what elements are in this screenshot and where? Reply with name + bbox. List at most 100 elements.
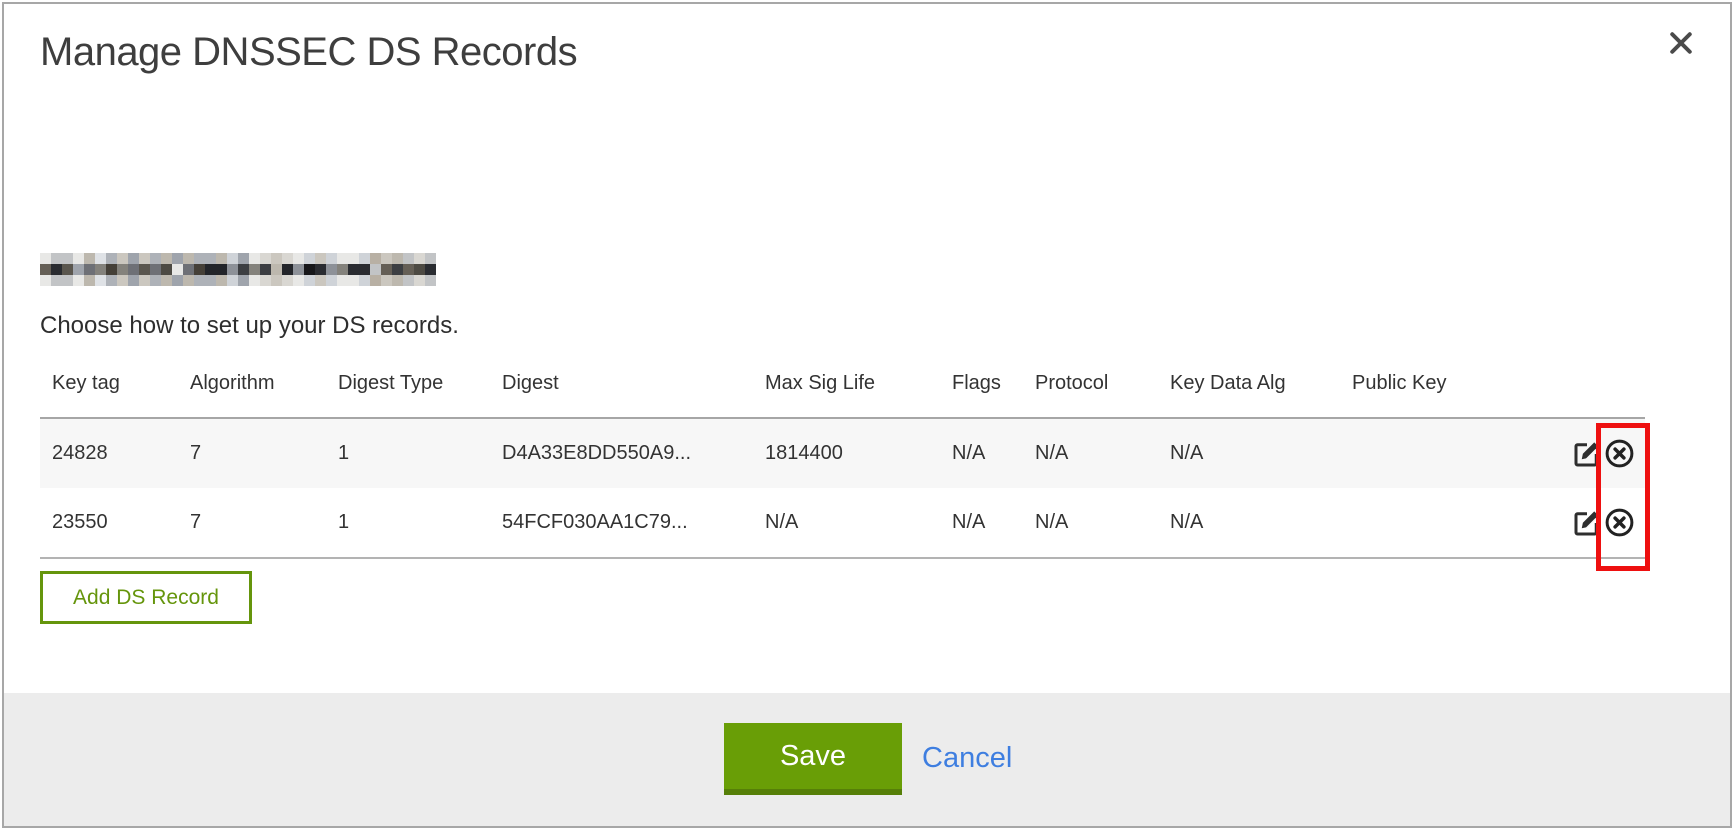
redaction-pixel [392, 264, 403, 275]
add-ds-record-button[interactable]: Add DS Record [40, 571, 252, 624]
dialog-footer: Save Cancel [4, 693, 1730, 826]
redaction-pixel [381, 264, 392, 275]
redaction-pixel [216, 253, 227, 264]
redaction-pixel [260, 264, 271, 275]
redaction-pixel [51, 253, 62, 264]
redaction-pixel [150, 275, 161, 286]
redaction-pixel [359, 253, 370, 264]
edit-icon[interactable] [1571, 438, 1602, 469]
ds-records-table: Key tagAlgorithmDigest TypeDigestMax Sig… [40, 372, 1645, 559]
redaction-pixel [326, 264, 337, 275]
redaction-pixel [40, 253, 51, 264]
redaction-pixel [260, 275, 271, 286]
cell-key-tag: 23550 [40, 488, 178, 558]
redaction-pixel [414, 264, 425, 275]
redaction-pixel [315, 264, 326, 275]
cell-key-tag: 24828 [40, 418, 178, 488]
redaction-pixel [150, 264, 161, 275]
manage-dnssec-ds-records-dialog: Manage DNSSEC DS Records Choose how to s… [2, 2, 1732, 828]
redaction-pixel [381, 253, 392, 264]
redaction-pixel [293, 264, 304, 275]
cell-flags: N/A [940, 488, 1023, 558]
redaction-pixel [216, 264, 227, 275]
column-header-key-data-alg: Key Data Alg [1158, 372, 1340, 418]
redaction-pixel [370, 253, 381, 264]
close-icon[interactable] [1664, 26, 1698, 60]
redaction-pixel [205, 275, 216, 286]
redaction-pixel [227, 264, 238, 275]
redaction-pixel [238, 275, 249, 286]
redaction-pixel [238, 264, 249, 275]
redaction-pixel [117, 264, 128, 275]
redaction-pixel [84, 253, 95, 264]
redaction-pixel [95, 253, 106, 264]
cell-key-data-alg: N/A [1158, 488, 1340, 558]
redaction-pixel [392, 275, 403, 286]
redaction-pixel [84, 275, 95, 286]
redaction-pixel [282, 275, 293, 286]
redaction-pixel [337, 264, 348, 275]
redaction-pixel [194, 264, 205, 275]
redaction-pixel [370, 264, 381, 275]
delete-icon[interactable] [1604, 438, 1635, 469]
redaction-pixel [51, 275, 62, 286]
cell-digest: 54FCF030AA1C79... [490, 488, 753, 558]
redaction-pixel [62, 264, 73, 275]
redaction-pixel [326, 253, 337, 264]
redaction-pixel [172, 264, 183, 275]
redaction-pixel [227, 275, 238, 286]
redaction-pixel [73, 275, 84, 286]
redaction-pixel [348, 253, 359, 264]
redaction-pixel [128, 253, 139, 264]
column-header-digest: Digest [490, 372, 753, 418]
delete-icon[interactable] [1604, 507, 1635, 538]
redaction-pixel [95, 275, 106, 286]
cell-flags: N/A [940, 418, 1023, 488]
redaction-pixel [183, 253, 194, 264]
cell-public-key [1340, 418, 1555, 488]
redaction-pixel [337, 275, 348, 286]
instruction-text: Choose how to set up your DS records. [40, 312, 459, 340]
redaction-pixel [128, 264, 139, 275]
redaction-pixel [326, 275, 337, 286]
redaction-pixel [106, 253, 117, 264]
redaction-pixel [414, 275, 425, 286]
save-button[interactable]: Save [724, 723, 902, 795]
column-header-max-sig-life: Max Sig Life [753, 372, 940, 418]
column-header-actions [1555, 372, 1645, 418]
redaction-pixel [425, 275, 436, 286]
redaction-pixel [282, 264, 293, 275]
redaction-pixel [337, 253, 348, 264]
redaction-pixel [194, 253, 205, 264]
redaction-pixel [150, 253, 161, 264]
redaction-pixel [348, 275, 359, 286]
redaction-pixel [139, 264, 150, 275]
redaction-pixel [73, 253, 84, 264]
redaction-pixel [304, 253, 315, 264]
redaction-pixel [370, 275, 381, 286]
redaction-pixel [51, 264, 62, 275]
redaction-pixel [161, 275, 172, 286]
redaction-pixel [315, 253, 326, 264]
redaction-pixel [106, 264, 117, 275]
cell-digest: D4A33E8DD550A9... [490, 418, 753, 488]
cell-protocol: N/A [1023, 488, 1158, 558]
redaction-pixel [249, 264, 260, 275]
redaction-pixel [271, 275, 282, 286]
redaction-pixel [62, 253, 73, 264]
redaction-pixel [425, 264, 436, 275]
redaction-pixel [381, 275, 392, 286]
redaction-pixel [315, 275, 326, 286]
redaction-pixel [205, 253, 216, 264]
redaction-pixel [359, 264, 370, 275]
redaction-pixel [249, 253, 260, 264]
cell-protocol: N/A [1023, 418, 1158, 488]
cancel-button[interactable]: Cancel [922, 723, 1012, 795]
redaction-pixel [40, 264, 51, 275]
dialog-title: Manage DNSSEC DS Records [40, 30, 577, 75]
cell-key-data-alg: N/A [1158, 418, 1340, 488]
redaction-pixel [139, 253, 150, 264]
edit-icon[interactable] [1571, 507, 1602, 538]
column-header-digest-type: Digest Type [326, 372, 490, 418]
redaction-pixel [271, 264, 282, 275]
